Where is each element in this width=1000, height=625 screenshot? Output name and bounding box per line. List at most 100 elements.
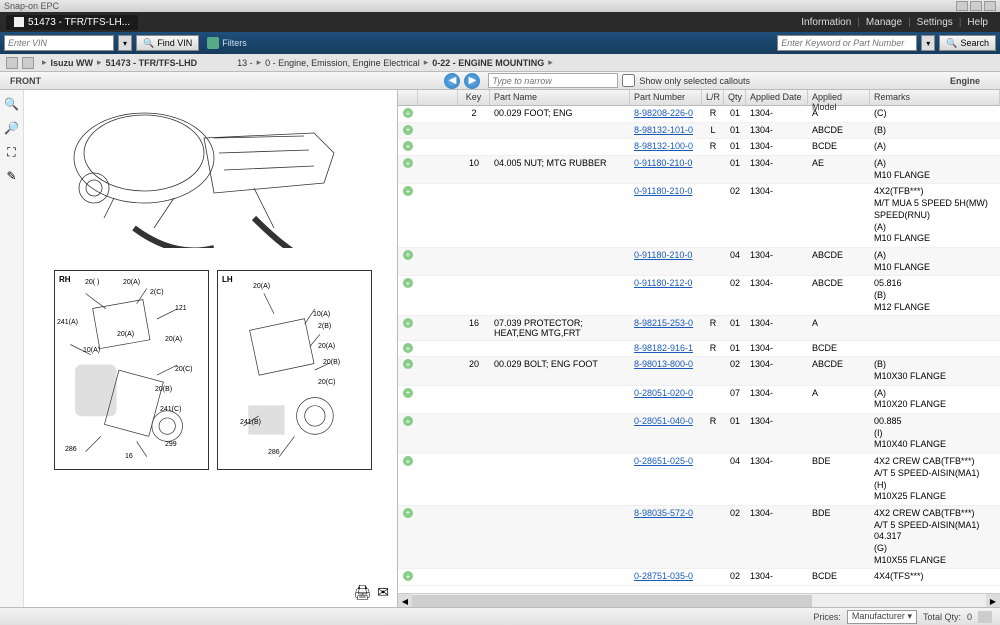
vin-input[interactable] bbox=[4, 35, 114, 51]
part-number-link[interactable]: 8-98215-253-0 bbox=[634, 318, 693, 328]
table-row[interactable]: +8-98132-100-0R011304-BCDE(A) bbox=[398, 139, 1000, 156]
cell-remarks: (B) bbox=[870, 123, 1000, 139]
add-icon[interactable]: + bbox=[398, 123, 418, 139]
add-icon[interactable]: + bbox=[398, 357, 418, 384]
part-number-link[interactable]: 0-91180-212-0 bbox=[634, 278, 692, 288]
crumb-group[interactable]: 0 - Engine, Emission, Engine Electrical bbox=[265, 58, 420, 68]
prices-dropdown[interactable]: Manufacturer ▾ bbox=[847, 610, 917, 624]
part-number-link[interactable]: 8-98132-101-0 bbox=[634, 125, 693, 135]
table-row[interactable]: +8-98035-572-0021304-BDE4X2 CREW CAB(TFB… bbox=[398, 506, 1000, 569]
col-key[interactable]: Key bbox=[458, 90, 490, 105]
part-number-link[interactable]: 0-28051-040-0 bbox=[634, 416, 693, 426]
add-icon[interactable]: + bbox=[398, 248, 418, 275]
cell-key bbox=[458, 139, 490, 155]
part-number-link[interactable]: 8-98013-800-0 bbox=[634, 359, 693, 369]
document-tab[interactable]: 51473 - TFR/TFS-LH... bbox=[6, 15, 138, 30]
add-icon[interactable]: + bbox=[398, 276, 418, 315]
part-number-link[interactable]: 0-91180-210-0 bbox=[634, 186, 692, 196]
add-icon[interactable]: + bbox=[398, 156, 418, 183]
add-icon[interactable]: + bbox=[398, 506, 418, 568]
fit-icon[interactable]: ⛶ bbox=[4, 144, 20, 160]
zoom-in-icon[interactable]: 🔍 bbox=[4, 96, 20, 112]
maximize-button[interactable] bbox=[970, 1, 982, 11]
print-icon[interactable]: 🖨 bbox=[353, 584, 371, 601]
lh-illustration bbox=[218, 271, 371, 469]
keyword-dropdown[interactable]: ▾ bbox=[921, 35, 935, 51]
app-title: Snap-on EPC bbox=[4, 1, 59, 11]
cell-name: 04.005 NUT; MTG RUBBER bbox=[490, 156, 630, 183]
part-number-link[interactable]: 8-98182-916-1 bbox=[634, 343, 693, 353]
add-icon[interactable]: + bbox=[398, 454, 418, 505]
part-number-link[interactable]: 8-98035-572-0 bbox=[634, 508, 693, 518]
close-button[interactable] bbox=[984, 1, 996, 11]
add-icon[interactable]: + bbox=[398, 316, 418, 340]
next-arrow[interactable]: ▶ bbox=[464, 73, 480, 89]
part-number-link[interactable]: 0-28751-035-0 bbox=[634, 571, 693, 581]
crumb-vehicle[interactable]: 51473 - TFR/TFS-LHD bbox=[106, 58, 198, 68]
table-row[interactable]: +1004.005 NUT; MTG RUBBER0-91180-210-001… bbox=[398, 156, 1000, 184]
cell-model: BCDE bbox=[808, 139, 870, 155]
cell-model: A bbox=[808, 386, 870, 413]
col-lr[interactable]: L/R bbox=[702, 90, 724, 105]
cell-lr: R bbox=[702, 106, 724, 122]
table-row[interactable]: +0-91180-210-0021304-4X2(TFB***) M/T MUA… bbox=[398, 184, 1000, 247]
cell-date: 1304- bbox=[746, 454, 808, 505]
select-icon[interactable]: ✎ bbox=[4, 168, 20, 184]
crumb-section[interactable]: 0-22 - ENGINE MOUNTING bbox=[432, 58, 544, 68]
crumb-13[interactable]: 13 - bbox=[237, 58, 253, 68]
table-row[interactable]: +0-28651-025-0041304-BDE4X2 CREW CAB(TFB… bbox=[398, 454, 1000, 506]
part-number-link[interactable]: 0-28051-020-0 bbox=[634, 388, 693, 398]
add-icon[interactable]: + bbox=[398, 386, 418, 413]
add-icon[interactable]: + bbox=[398, 184, 418, 246]
table-row[interactable]: +0-28751-035-0021304-BCDE4X4(TFS***) bbox=[398, 569, 1000, 586]
show-selected-checkbox[interactable] bbox=[622, 74, 635, 87]
narrow-input[interactable] bbox=[488, 73, 618, 88]
col-name[interactable]: Part Name bbox=[490, 90, 630, 105]
email-icon[interactable]: ✉ bbox=[377, 584, 389, 601]
crumb-brand[interactable]: Isuzu WW bbox=[51, 58, 94, 68]
table-row[interactable]: +8-98132-101-0L011304-ABCDE(B) bbox=[398, 123, 1000, 140]
table-row[interactable]: +0-91180-212-0021304-ABCDE05.816 (B) M12… bbox=[398, 276, 1000, 316]
table-row[interactable]: +2000.029 BOLT; ENG FOOT8-98013-800-0021… bbox=[398, 357, 1000, 385]
tab-front[interactable]: FRONT bbox=[0, 76, 51, 86]
link-information[interactable]: Information bbox=[801, 17, 851, 28]
home-icon[interactable] bbox=[22, 57, 34, 69]
link-manage[interactable]: Manage bbox=[866, 17, 902, 28]
part-number-link[interactable]: 0-91180-210-0 bbox=[634, 158, 692, 168]
cell-qty: 01 bbox=[724, 341, 746, 356]
table-row[interactable]: +8-98182-916-1R011304-BCDE bbox=[398, 341, 1000, 357]
add-icon[interactable]: + bbox=[398, 106, 418, 122]
filters-button[interactable]: Filters bbox=[207, 37, 247, 49]
link-help[interactable]: Help bbox=[967, 17, 988, 28]
table-row[interactable]: +1607.039 PROTECTOR; HEAT,ENG MTG,FRT8-9… bbox=[398, 316, 1000, 341]
find-vin-button[interactable]: 🔍 Find VIN bbox=[136, 35, 199, 51]
horizontal-scrollbar[interactable]: ◀▶ bbox=[398, 593, 1000, 607]
add-icon[interactable]: + bbox=[398, 414, 418, 453]
col-num[interactable]: Part Number bbox=[630, 90, 702, 105]
add-icon[interactable]: + bbox=[398, 139, 418, 155]
table-row[interactable]: +0-28051-020-0071304-A(A) M10X20 FLANGE bbox=[398, 386, 1000, 414]
col-qty[interactable]: Qty bbox=[724, 90, 746, 105]
col-date[interactable]: Applied Date bbox=[746, 90, 808, 105]
table-row[interactable]: +200.029 FOOT; ENG8-98208-226-0R011304-A… bbox=[398, 106, 1000, 123]
table-row[interactable]: +0-28051-040-0R011304-00.885 (I) M10X40 … bbox=[398, 414, 1000, 454]
zoom-out-icon[interactable]: 🔎 bbox=[4, 120, 20, 136]
diagram-canvas[interactable]: RH 20( ) 20(A) 2(C) 121 241 bbox=[24, 90, 397, 607]
keyword-input[interactable] bbox=[777, 35, 917, 51]
link-settings[interactable]: Settings bbox=[917, 17, 953, 28]
cart-icon[interactable] bbox=[978, 611, 992, 623]
col-model[interactable]: Applied Model bbox=[808, 90, 870, 105]
minimize-button[interactable] bbox=[956, 1, 968, 11]
part-number-link[interactable]: 0-91180-210-0 bbox=[634, 250, 692, 260]
table-row[interactable]: +0-91180-210-0041304-ABCDE(A) M10 FLANGE bbox=[398, 248, 1000, 276]
part-number-link[interactable]: 0-28651-025-0 bbox=[634, 456, 693, 466]
prev-arrow[interactable]: ◀ bbox=[444, 73, 460, 89]
back-icon[interactable] bbox=[6, 57, 18, 69]
vin-dropdown[interactable]: ▾ bbox=[118, 35, 132, 51]
col-remarks[interactable]: Remarks bbox=[870, 90, 1000, 105]
add-icon[interactable]: + bbox=[398, 569, 418, 585]
add-icon[interactable]: + bbox=[398, 341, 418, 356]
part-number-link[interactable]: 8-98208-226-0 bbox=[634, 108, 693, 118]
search-button[interactable]: 🔍 Search bbox=[939, 35, 996, 51]
part-number-link[interactable]: 8-98132-100-0 bbox=[634, 141, 693, 151]
